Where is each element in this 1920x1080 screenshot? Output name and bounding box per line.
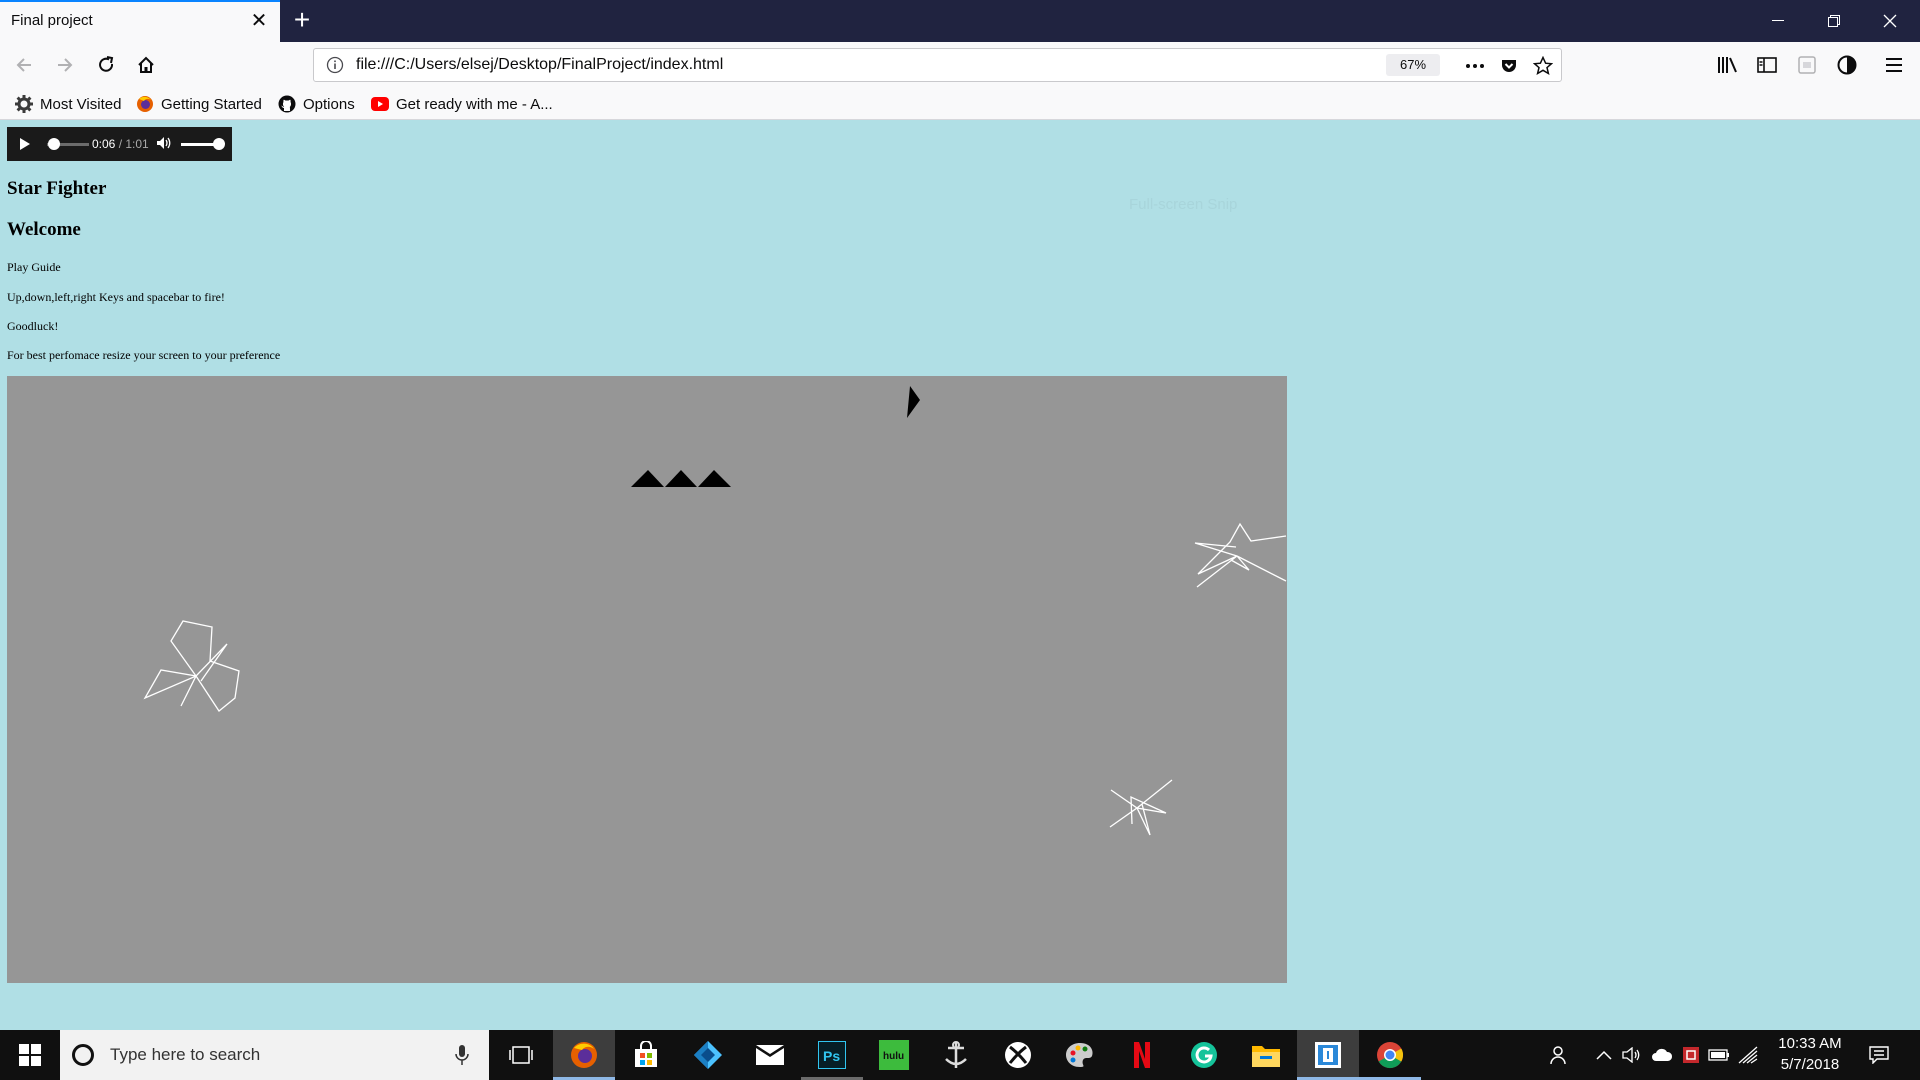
people-icon[interactable] (1548, 1045, 1570, 1065)
life-icon (698, 470, 731, 487)
audio-current-time: 0:06 (92, 137, 116, 151)
netflix-icon[interactable] (1111, 1030, 1173, 1080)
sidebar-icon[interactable] (1751, 49, 1783, 81)
page-actions-icon[interactable] (1464, 55, 1486, 77)
welcome-heading: Welcome (7, 219, 81, 240)
grammarly-icon[interactable] (1173, 1030, 1235, 1080)
start-button[interactable] (0, 1030, 60, 1080)
audio-duration: / 1:01 (118, 137, 149, 151)
player-ship (907, 386, 920, 418)
tab-final-project[interactable]: Final project ✕ (0, 0, 280, 42)
battery-icon[interactable] (1708, 1045, 1730, 1065)
world-of-warships-icon[interactable] (925, 1030, 987, 1080)
microphone-icon[interactable] (454, 1044, 470, 1071)
close-tab-icon[interactable]: ✕ (249, 11, 269, 31)
firefox-icon (136, 95, 154, 113)
audio-progress-knob[interactable] (48, 138, 61, 150)
windows-taskbar: Type here to search Ps hulu 10:33 AM 5/7… (0, 1030, 1920, 1080)
bookmark-most-visited[interactable]: Most Visited (15, 93, 121, 115)
play-guide-label: Play Guide (7, 260, 61, 274)
onedrive-icon[interactable] (1651, 1045, 1673, 1065)
performance-tip: For best perfomace resize your screen to… (7, 348, 281, 362)
pocket-icon[interactable] (1498, 55, 1520, 77)
back-button[interactable] (8, 49, 40, 81)
diamond-app-icon[interactable] (677, 1030, 739, 1080)
fullscreen-snip-label: Full-screen Snip (1129, 196, 1238, 213)
windows-icon (19, 1044, 41, 1066)
close-window-button[interactable] (1862, 0, 1918, 42)
bookmark-star-icon[interactable] (1532, 55, 1554, 77)
info-icon[interactable] (326, 56, 344, 74)
shield-extension-icon[interactable] (1831, 49, 1863, 81)
taskbar-search-box[interactable]: Type here to search (60, 1030, 489, 1080)
mail-icon[interactable] (739, 1030, 801, 1080)
bookmarks-toolbar: Most Visited Getting Started Options Get… (0, 88, 1920, 120)
bookmark-label: Options (303, 95, 355, 113)
reload-button[interactable] (90, 49, 122, 81)
bookmark-get-ready-with-me[interactable]: Get ready with me - A... (371, 93, 553, 115)
restore-button[interactable] (1806, 0, 1862, 42)
svg-text:Ps: Ps (823, 1048, 840, 1064)
svg-text:hulu: hulu (883, 1051, 904, 1062)
life-icon (631, 470, 664, 487)
clock-date[interactable]: 5/7/2018 (1770, 1056, 1850, 1073)
new-tab-button[interactable]: + (289, 6, 315, 36)
wifi-icon[interactable] (1737, 1045, 1759, 1065)
store-icon[interactable] (615, 1030, 677, 1080)
cortana-icon (72, 1044, 94, 1066)
library-icon[interactable] (1712, 49, 1744, 81)
page-title: Star Fighter (7, 178, 107, 199)
play-icon[interactable] (19, 137, 31, 156)
navigation-toolbar: file:///C:/Users/elsej/Desktop/FinalProj… (0, 42, 1920, 88)
url-text[interactable]: file:///C:/Users/elsej/Desktop/FinalProj… (356, 56, 723, 74)
hulu-icon[interactable]: hulu (863, 1030, 925, 1080)
security-tray-icon[interactable] (1680, 1045, 1702, 1065)
controls-instructions: Up,down,left,right Keys and spacebar to … (7, 290, 225, 304)
bookmark-label: Get ready with me - A... (396, 95, 553, 113)
snip-icon[interactable] (1297, 1030, 1359, 1080)
github-icon (278, 95, 296, 113)
xbox-icon[interactable] (987, 1030, 1049, 1080)
volume-slider-knob[interactable] (213, 138, 225, 150)
game-canvas[interactable] (7, 376, 1287, 983)
paint-icon[interactable] (1049, 1030, 1111, 1080)
asteroid (1194, 522, 1287, 588)
home-button[interactable] (130, 49, 162, 81)
tab-strip: Final project ✕ + (0, 0, 1920, 42)
tab-title: Final project (11, 12, 93, 29)
menu-icon[interactable] (1878, 49, 1910, 81)
youtube-icon (371, 95, 389, 113)
asteroid (1109, 779, 1173, 836)
goodluck-text: Goodluck! (7, 319, 59, 333)
zoom-level-badge[interactable]: 67% (1386, 54, 1440, 76)
bookmark-label: Most Visited (40, 95, 122, 113)
gear-icon (15, 95, 33, 113)
clock-time[interactable]: 10:33 AM (1770, 1035, 1850, 1052)
task-view-icon[interactable] (490, 1030, 552, 1080)
action-center-icon[interactable] (1868, 1045, 1890, 1065)
bookmark-getting-started[interactable]: Getting Started (136, 93, 262, 115)
audio-player[interactable]: 0:06 / 1:01 (7, 127, 232, 161)
firefox-icon[interactable] (553, 1030, 615, 1080)
forward-button[interactable] (49, 49, 81, 81)
chrome-icon[interactable] (1359, 1030, 1421, 1080)
address-bar[interactable]: file:///C:/Users/elsej/Desktop/FinalProj… (313, 48, 1562, 82)
page-content: 0:06 / 1:01 Star Fighter Welcome Play Gu… (0, 121, 1920, 1030)
audio-time: 0:06 / 1:01 (92, 137, 149, 151)
bookmark-label: Getting Started (161, 95, 262, 113)
minimize-button[interactable] (1750, 0, 1806, 42)
volume-icon[interactable] (156, 136, 172, 155)
extension-icon[interactable] (1791, 49, 1823, 81)
life-icon (665, 470, 697, 487)
photoshop-icon[interactable]: Ps (801, 1030, 863, 1080)
file-explorer-icon[interactable] (1235, 1030, 1297, 1080)
asteroid (143, 620, 240, 712)
speaker-icon[interactable] (1621, 1045, 1643, 1065)
search-placeholder: Type here to search (110, 1045, 261, 1064)
show-hidden-icons-chevron-up-icon[interactable] (1593, 1045, 1615, 1065)
bookmark-options[interactable]: Options (278, 93, 355, 115)
